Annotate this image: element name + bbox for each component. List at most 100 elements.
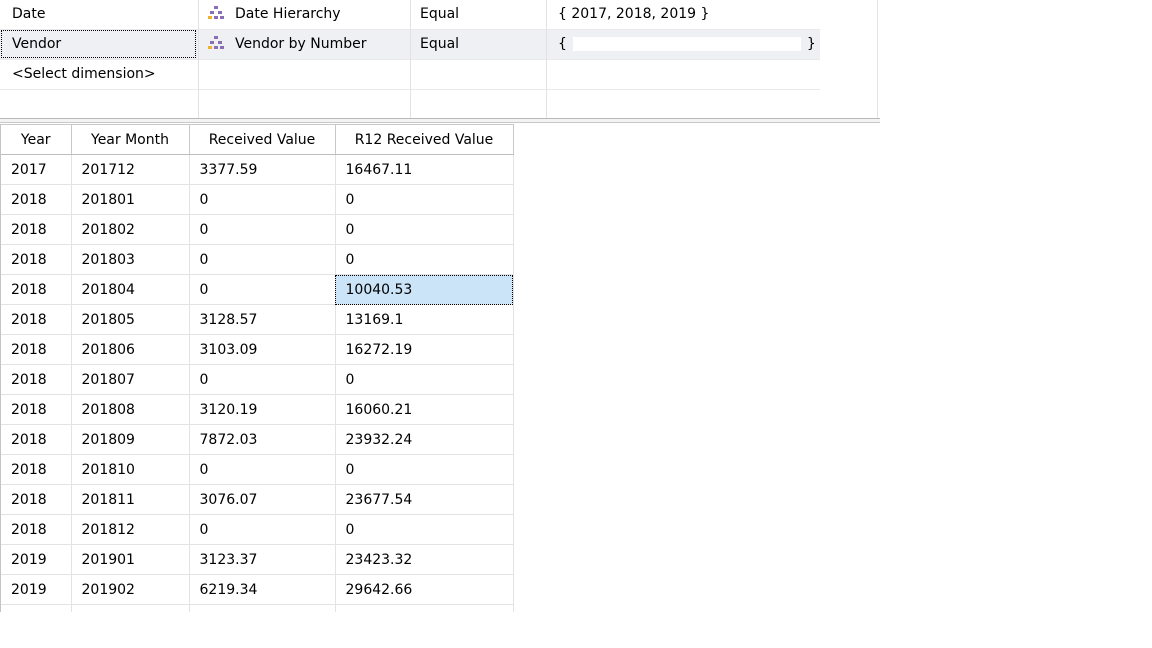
dimension-cell[interactable]: Date [0, 0, 197, 29]
year-cell[interactable]: 2018 [1, 424, 72, 455]
r12-received-value-cell[interactable]: 13169.1 [335, 304, 514, 335]
received-value-cell[interactable]: 3076.07 [189, 484, 336, 515]
year-month-cell[interactable]: 201809 [71, 424, 190, 455]
received-value-cell[interactable]: 0 [189, 514, 336, 545]
received-value-cell[interactable]: 0 [189, 214, 336, 245]
hierarchy-cell[interactable] [199, 60, 409, 89]
received-value-cell[interactable]: 7872.03 [189, 424, 336, 455]
hierarchy-label: Date Hierarchy [235, 6, 341, 22]
r12-received-value-cell[interactable]: 23423.32 [335, 544, 514, 575]
table-row[interactable]: 2018 201807 0 0 [1, 364, 514, 395]
column-header-r12-received-value[interactable]: R12 Received Value [335, 124, 514, 155]
table-row[interactable]: 2019 201901 3123.37 23423.32 [1, 544, 514, 575]
received-value-cell[interactable]: 3123.37 [189, 544, 336, 575]
received-value-cell[interactable]: 0 [189, 604, 336, 612]
year-cell[interactable]: 2018 [1, 334, 72, 365]
year-cell[interactable]: 2018 [1, 514, 72, 545]
received-value-cell[interactable]: 0 [189, 454, 336, 485]
table-row[interactable]: 2018 201810 0 0 [1, 454, 514, 485]
year-cell[interactable]: 2018 [1, 184, 72, 215]
received-value-cell[interactable]: 3377.59 [189, 154, 336, 185]
year-month-cell[interactable]: 201806 [71, 334, 190, 365]
table-row[interactable]: 2018 201804 0 10040.53 [1, 274, 514, 305]
year-cell[interactable]: 2018 [1, 274, 72, 305]
table-row[interactable]: 2018 201809 7872.03 23932.24 [1, 424, 514, 455]
r12-received-value-cell[interactable]: 16467.11 [335, 154, 514, 185]
year-cell[interactable]: 2019 [1, 604, 72, 612]
table-row[interactable]: 2018 201811 3076.07 23677.54 [1, 484, 514, 515]
table-row[interactable]: 2018 201805 3128.57 13169.1 [1, 304, 514, 335]
header-row: Year Year Month Received Value R12 Recei… [1, 124, 514, 155]
r12-received-value-cell[interactable]: 0 [335, 214, 514, 245]
year-month-cell[interactable]: 201801 [71, 184, 190, 215]
column-header-received-value[interactable]: Received Value [189, 124, 336, 155]
year-month-cell[interactable]: 201808 [71, 394, 190, 425]
year-cell[interactable]: 2019 [1, 544, 72, 575]
year-month-cell[interactable]: 201903 [71, 604, 190, 612]
hierarchy-cell[interactable]: Date Hierarchy [199, 0, 409, 29]
r12-received-value-cell[interactable]: 16272.19 [335, 334, 514, 365]
year-cell[interactable]: 2018 [1, 364, 72, 395]
received-value-cell[interactable]: 0 [189, 244, 336, 275]
column-divider [198, 0, 199, 118]
year-month-cell[interactable]: 201802 [71, 214, 190, 245]
table-row[interactable]: 2018 201803 0 0 [1, 244, 514, 275]
table-row[interactable]: 2018 201812 0 0 [1, 514, 514, 545]
r12-received-value-cell[interactable]: 0 [335, 514, 514, 545]
year-cell[interactable]: 2019 [1, 574, 72, 605]
year-cell[interactable]: 2017 [1, 154, 72, 185]
received-value-cell[interactable]: 3128.57 [189, 304, 336, 335]
year-month-cell[interactable]: 201803 [71, 244, 190, 275]
table-row[interactable]: 2018 201808 3120.19 16060.21 [1, 394, 514, 425]
received-value-cell[interactable]: 0 [189, 184, 336, 215]
table-row[interactable]: 201920190300 [1, 604, 514, 612]
received-value-cell[interactable]: 3103.09 [189, 334, 336, 365]
filter-expression-cell[interactable]: {} [547, 30, 820, 59]
table-row[interactable]: 2018 201802 0 0 [1, 214, 514, 245]
r12-received-value-cell[interactable]: 0 [335, 244, 514, 275]
table-row[interactable]: 2019 201902 6219.34 29642.66 [1, 574, 514, 605]
r12-received-value-cell[interactable]: 0 [335, 184, 514, 215]
filter-expression-cell[interactable] [547, 60, 820, 89]
year-month-cell[interactable]: 201807 [71, 364, 190, 395]
table-row[interactable]: 2017 201712 3377.59 16467.11 [1, 154, 514, 185]
hierarchy-cell[interactable]: Vendor by Number [199, 30, 409, 59]
received-value-cell[interactable]: 0 [189, 364, 336, 395]
r12-received-value-cell[interactable]: 23932.24 [335, 424, 514, 455]
column-divider [410, 0, 411, 118]
year-month-cell[interactable]: 201804 [71, 274, 190, 305]
year-cell[interactable]: 2018 [1, 214, 72, 245]
year-month-cell[interactable]: 201902 [71, 574, 190, 605]
table-row[interactable]: 2018 201801 0 0 [1, 184, 514, 215]
received-value-cell[interactable]: 6219.34 [189, 574, 336, 605]
r12-received-value-cell[interactable]: 10040.53 [335, 274, 514, 305]
year-month-cell[interactable]: 201805 [71, 304, 190, 335]
expression-open-brace: { [558, 36, 567, 52]
year-month-cell[interactable]: 201811 [71, 484, 190, 515]
year-cell[interactable]: 2018 [1, 484, 72, 515]
column-header-year[interactable]: Year [1, 124, 72, 155]
year-month-cell[interactable]: 201901 [71, 544, 190, 575]
table-row[interactable]: 2018 201806 3103.09 16272.19 [1, 334, 514, 365]
year-cell[interactable]: 2018 [1, 244, 72, 275]
year-month-cell[interactable]: 201812 [71, 514, 190, 545]
r12-received-value-cell[interactable]: 16060.21 [335, 394, 514, 425]
select-dimension-cell[interactable]: <Select dimension> [0, 60, 197, 89]
year-month-cell[interactable]: 201712 [71, 154, 190, 185]
year-cell[interactable]: 2018 [1, 454, 72, 485]
column-header-year-month[interactable]: Year Month [71, 124, 190, 155]
operator-cell[interactable]: Equal [411, 30, 545, 59]
received-value-cell[interactable]: 0 [189, 274, 336, 305]
year-month-cell[interactable]: 201810 [71, 454, 190, 485]
operator-cell[interactable] [411, 60, 545, 89]
year-cell[interactable]: 2018 [1, 394, 72, 425]
filter-expression-cell[interactable]: { 2017, 2018, 2019 } [547, 0, 820, 29]
r12-received-value-cell[interactable]: 29642.66 [335, 574, 514, 605]
r12-received-value-cell[interactable]: 0 [335, 604, 514, 612]
year-cell[interactable]: 2018 [1, 304, 72, 335]
r12-received-value-cell[interactable]: 23677.54 [335, 484, 514, 515]
r12-received-value-cell[interactable]: 0 [335, 454, 514, 485]
received-value-cell[interactable]: 3120.19 [189, 394, 336, 425]
r12-received-value-cell[interactable]: 0 [335, 364, 514, 395]
operator-cell[interactable]: Equal [411, 0, 545, 29]
